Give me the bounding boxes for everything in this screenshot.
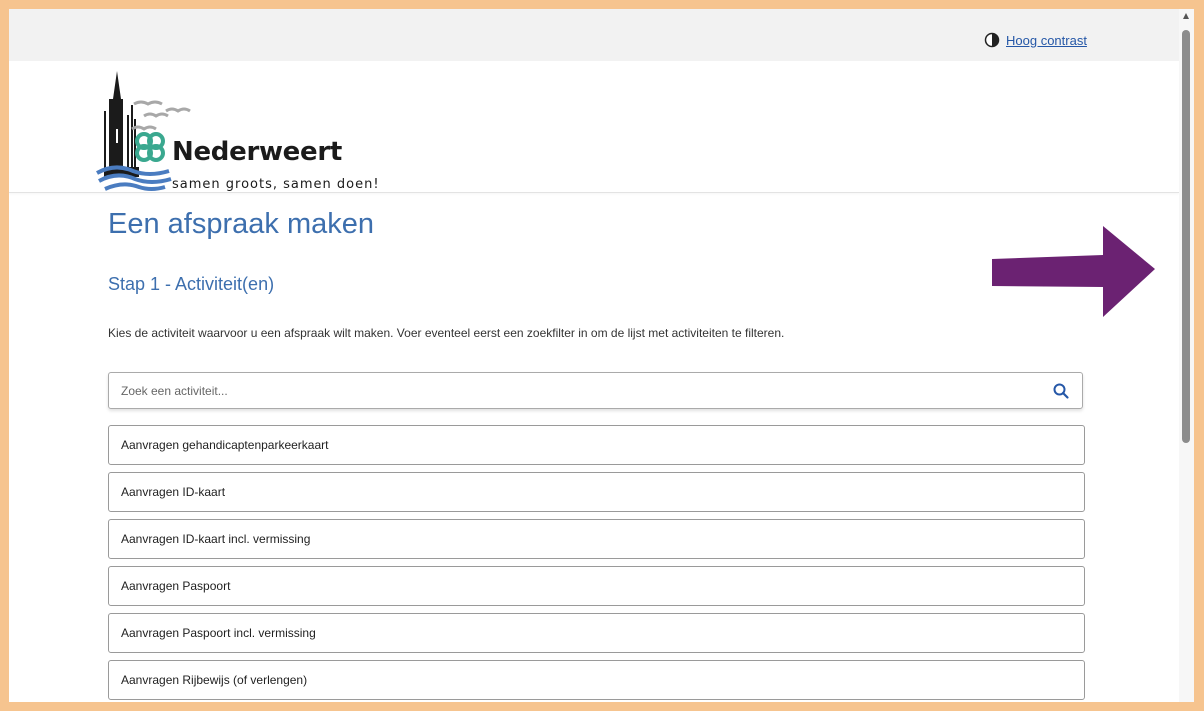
logo-tagline: samen groots, samen doen! <box>172 177 380 192</box>
utility-bar: Hoog contrast <box>9 9 1179 61</box>
high-contrast-link[interactable]: Hoog contrast <box>984 32 1087 48</box>
annotation-arrow-icon <box>992 226 1155 317</box>
page-title: Een afspraak maken <box>108 208 374 240</box>
activity-item[interactable]: Aanvragen Paspoort incl. vermissing <box>108 613 1085 653</box>
browser-viewport: Hoog contrast Nederweert samen groots, s <box>9 9 1194 702</box>
activity-item[interactable]: Aanvragen Rijbewijs (of verlengen) <box>108 660 1085 700</box>
activity-search-input[interactable] <box>109 373 1052 408</box>
scroll-thumb[interactable] <box>1182 30 1190 443</box>
contrast-half-circle-icon <box>984 32 1000 48</box>
instructions-text: Kies de activiteit waarvoor u een afspra… <box>108 326 785 340</box>
activity-item[interactable]: Aanvragen gehandicaptenparkeerkaart <box>108 425 1085 465</box>
logo-graphic <box>96 71 191 191</box>
search-icon[interactable] <box>1052 382 1070 400</box>
activity-item[interactable]: Aanvragen ID-kaart <box>108 472 1085 512</box>
activity-list: Aanvragen gehandicaptenparkeerkaart Aanv… <box>108 425 1085 702</box>
activity-item[interactable]: Aanvragen Paspoort <box>108 566 1085 606</box>
activity-item[interactable]: Aanvragen ID-kaart incl. vermissing <box>108 519 1085 559</box>
site-header: Nederweert samen groots, samen doen! <box>9 61 1179 193</box>
nederweert-logo[interactable]: Nederweert samen groots, samen doen! <box>94 69 404 193</box>
vertical-scrollbar[interactable] <box>1179 9 1194 702</box>
logo-name: Nederweert <box>172 137 342 167</box>
step-title: Stap 1 - Activiteit(en) <box>108 274 275 294</box>
activity-search <box>108 372 1083 409</box>
scroll-up-arrow-icon[interactable] <box>1183 13 1189 19</box>
high-contrast-label: Hoog contrast <box>1006 32 1087 48</box>
